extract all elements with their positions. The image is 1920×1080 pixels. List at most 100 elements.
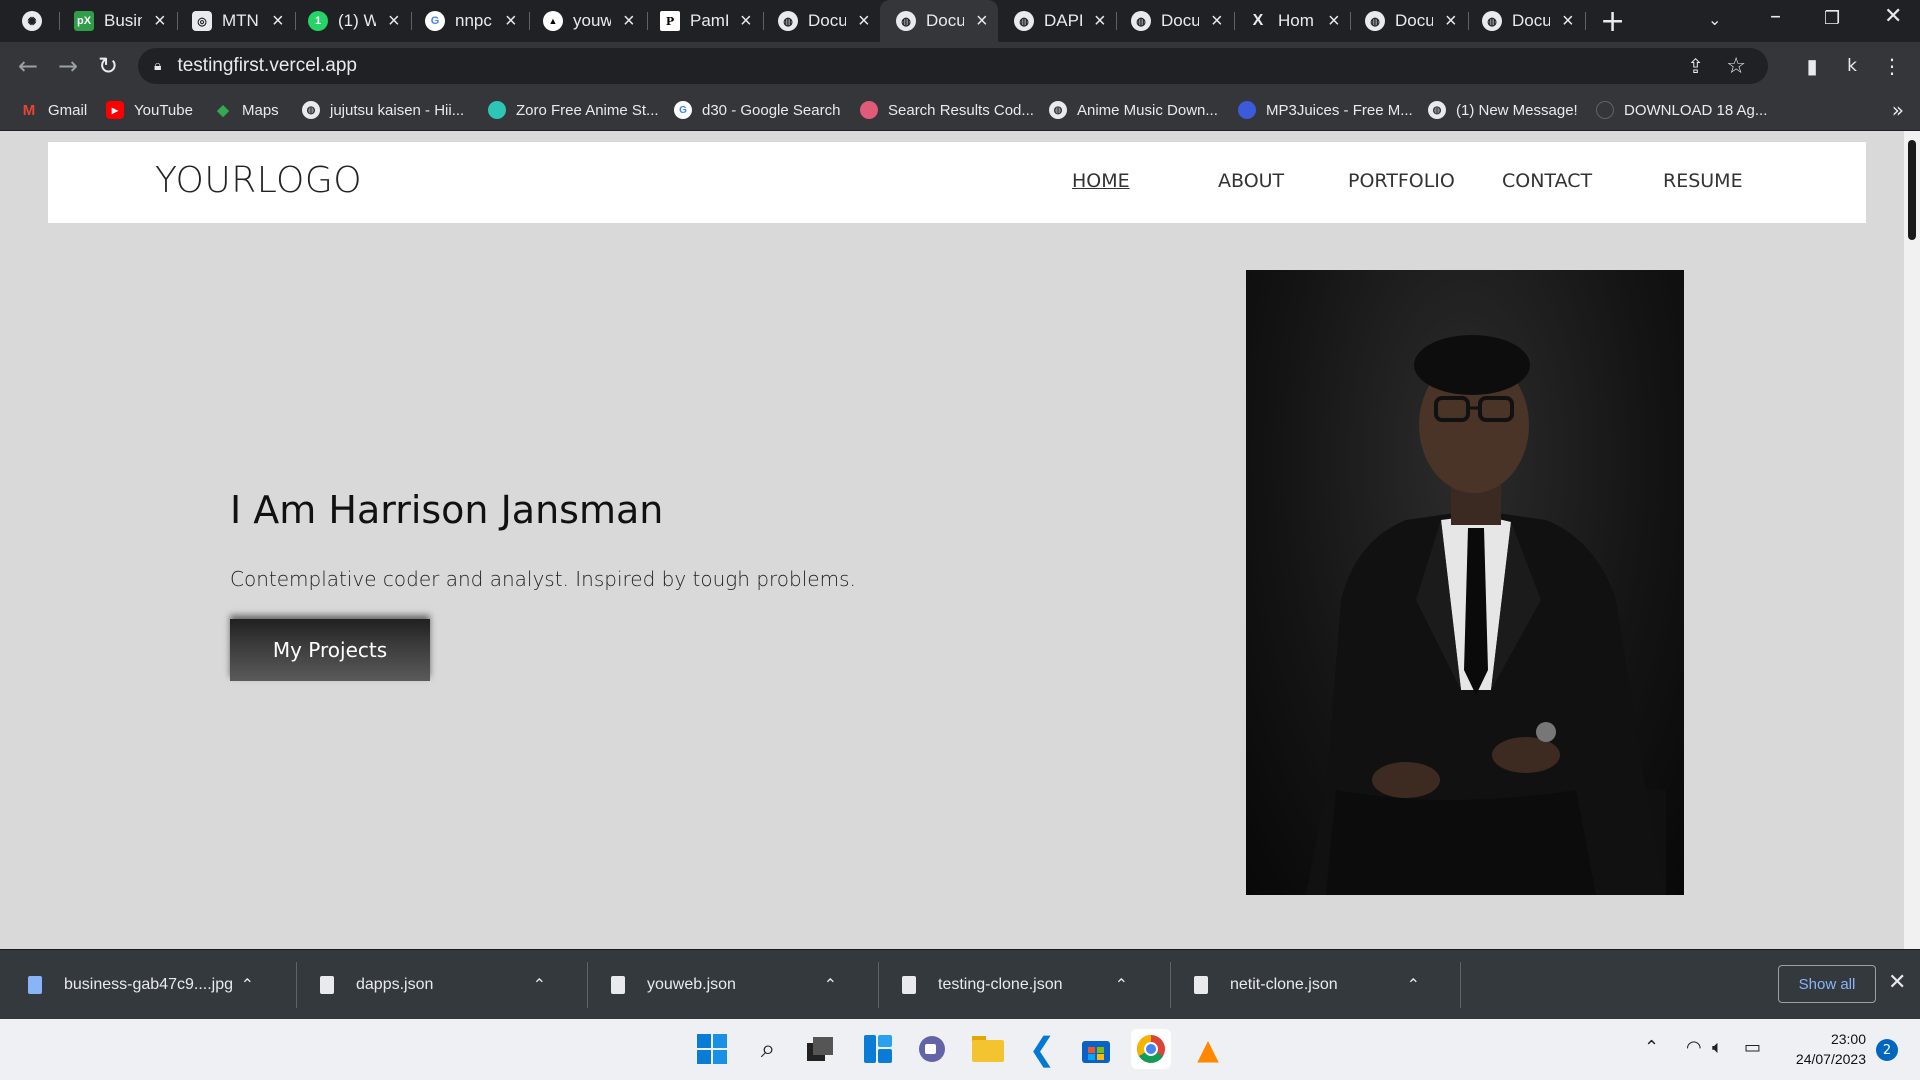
tab-title: DAPP	[1044, 11, 1082, 30]
close-tab-icon[interactable]: ×	[388, 10, 400, 33]
close-tab-icon[interactable]: ×	[154, 10, 166, 33]
nav-home[interactable]: HOME	[1072, 170, 1130, 192]
portrait-photo	[1246, 270, 1684, 895]
tab-docu-1[interactable]: ◍ Docu ×	[778, 0, 870, 42]
page-scrollbar[interactable]	[1904, 131, 1920, 949]
close-tab-icon[interactable]: ×	[505, 10, 517, 33]
tab-youw[interactable]: ▲ youw ×	[543, 0, 635, 42]
lock-icon[interactable]: 🔒︎	[154, 58, 161, 74]
windows-start-icon[interactable]	[692, 1029, 732, 1069]
bookmark-anime-music[interactable]: ◍ Anime Music Down...	[1049, 90, 1218, 130]
close-tab-icon[interactable]: ×	[858, 10, 870, 33]
back-icon[interactable]: ←	[10, 42, 46, 90]
nav-resume[interactable]: RESUME	[1663, 170, 1743, 192]
chevron-up-icon[interactable]: ⌃	[1115, 975, 1128, 995]
bookmark-zoro[interactable]: Zoro Free Anime St...	[488, 90, 659, 130]
page-scrollbar-thumb[interactable]	[1908, 140, 1916, 240]
forward-icon[interactable]: →	[50, 42, 86, 90]
side-panel-icon[interactable]: ▮	[1794, 42, 1830, 90]
close-tab-icon[interactable]: ×	[1211, 10, 1223, 33]
bookmark-maps[interactable]: ◆ Maps	[214, 90, 278, 130]
volume-icon[interactable]: 🔈︎	[1712, 1037, 1723, 1058]
windows-taskbar: ⌕ ❮ ▲ ⌃ ◠ 🔈︎ ▭ 23:00 24/07/2023 2	[0, 1019, 1920, 1080]
close-tab-icon[interactable]: ×	[272, 10, 284, 33]
vscode-icon[interactable]: ❮	[1022, 1029, 1062, 1069]
close-downloads-icon[interactable]: ✕	[1888, 970, 1906, 995]
notification-badge[interactable]: 2	[1876, 1039, 1898, 1061]
more-bookmarks-icon[interactable]: »	[1892, 98, 1904, 122]
chevron-up-icon[interactable]: ⌃	[533, 975, 546, 995]
close-tab-icon[interactable]: ×	[1328, 10, 1340, 33]
tab-separator	[295, 12, 296, 30]
ms-store-icon[interactable]	[1076, 1029, 1116, 1069]
bookmark-star-icon[interactable]: ☆	[1726, 54, 1746, 79]
bookmark-jujutsu[interactable]: ◍ jujutsu kaisen - Hii...	[302, 90, 464, 130]
profile-avatar[interactable]: k	[1834, 42, 1870, 90]
close-tab-icon[interactable]: ×	[740, 10, 752, 33]
close-tab-icon[interactable]: ×	[976, 10, 988, 33]
tab-docu-4[interactable]: ◍ Docu ×	[1482, 0, 1574, 42]
chevron-up-icon[interactable]: ⌃	[1407, 975, 1420, 995]
site-logo[interactable]: YOURLOGO	[155, 160, 362, 201]
close-window-icon[interactable]: ✕	[1884, 4, 1902, 29]
nav-contact[interactable]: CONTACT	[1502, 170, 1592, 192]
show-all-button[interactable]: Show all	[1778, 965, 1876, 1003]
chrome-icon[interactable]	[1131, 1029, 1171, 1069]
tray-overflow-icon[interactable]: ⌃	[1644, 1037, 1659, 1058]
share-icon[interactable]: ⇪	[1687, 54, 1704, 78]
youtube-icon: ▶	[106, 101, 124, 119]
tab-busin[interactable]: pX Busin ×	[74, 0, 166, 42]
close-tab-icon[interactable]: ×	[623, 10, 635, 33]
bookmark-download-18[interactable]: DOWNLOAD 18 Ag...	[1596, 90, 1767, 130]
restore-icon[interactable]: ❐	[1824, 8, 1840, 29]
download-item[interactable]: youweb.json ⌃	[611, 950, 859, 1020]
nav-about[interactable]: ABOUT	[1218, 170, 1284, 192]
nav-portfolio[interactable]: PORTFOLIO	[1348, 170, 1455, 192]
download-item[interactable]: testing-clone.json ⌃	[902, 950, 1150, 1020]
download-item[interactable]: dapps.json ⌃	[320, 950, 568, 1020]
tab-dapp[interactable]: ◍ DAPP ×	[1014, 0, 1106, 42]
reload-icon[interactable]: ↻	[90, 42, 126, 90]
bookmark-new-message[interactable]: ◍ (1) New Message!	[1428, 90, 1578, 130]
widgets-icon[interactable]	[858, 1029, 898, 1069]
menu-kebab-icon[interactable]: ⋮	[1874, 42, 1910, 90]
url-text[interactable]: testingfirst.vercel.app	[177, 55, 357, 77]
tab-title: Hom	[1278, 11, 1314, 30]
search-icon[interactable]: ⌕	[748, 1029, 788, 1069]
minimize-icon[interactable]: –	[1770, 4, 1781, 29]
download-item[interactable]: business-gab47c9....jpg ⌃	[28, 950, 276, 1020]
close-tab-icon[interactable]: ×	[1094, 10, 1106, 33]
mtn-icon: ◎	[192, 11, 212, 31]
close-tab-icon[interactable]: ×	[1562, 10, 1574, 33]
tab-docu-3[interactable]: ◍ Docu ×	[1365, 0, 1457, 42]
openai-icon: ✺	[22, 11, 42, 31]
tab-mtn[interactable]: ◎ MTN ×	[192, 0, 284, 42]
task-view-icon[interactable]	[800, 1029, 840, 1069]
tab-search-chevron-icon[interactable]: ⌄	[1708, 10, 1721, 29]
tab-whatsapp[interactable]: 1 (1) W ×	[308, 0, 400, 42]
teams-chat-icon[interactable]	[912, 1029, 952, 1069]
tab-pamd[interactable]: P PamD ×	[660, 0, 752, 42]
battery-icon[interactable]: ▭	[1744, 1037, 1761, 1058]
new-tab-icon[interactable]: +	[1600, 4, 1625, 39]
tab-home-x[interactable]: X Hom ×	[1248, 0, 1340, 42]
vlc-icon[interactable]: ▲	[1188, 1029, 1228, 1069]
download-item[interactable]: netit-clone.json ⌃	[1194, 950, 1442, 1020]
bookmark-search-results[interactable]: Search Results Cod...	[860, 90, 1034, 130]
bookmark-youtube[interactable]: ▶ YouTube	[106, 90, 193, 130]
tab-docu-active[interactable]: ◍ Docu ×	[880, 0, 998, 42]
my-projects-button[interactable]: My Projects	[230, 619, 430, 681]
bookmark-mp3juices[interactable]: MP3Juices - Free M...	[1238, 90, 1413, 130]
wifi-icon[interactable]: ◠	[1686, 1037, 1702, 1058]
system-clock[interactable]: 23:00 24/07/2023	[1770, 1029, 1866, 1069]
tab-docu-2[interactable]: ◍ Docu ×	[1131, 0, 1223, 42]
chevron-up-icon[interactable]: ⌃	[824, 975, 837, 995]
tab-nnpc[interactable]: G nnpc ×	[425, 0, 517, 42]
file-explorer-icon[interactable]	[968, 1029, 1008, 1069]
tab-openai[interactable]: ✺	[22, 0, 46, 42]
close-tab-icon[interactable]: ×	[1445, 10, 1457, 33]
bookmark-gmail[interactable]: M Gmail	[20, 90, 87, 130]
address-bar[interactable]: 🔒︎ testingfirst.vercel.app ⇪ ☆	[138, 48, 1768, 84]
chevron-up-icon[interactable]: ⌃	[241, 975, 254, 995]
bookmark-d30-search[interactable]: G d30 - Google Search	[674, 90, 840, 130]
